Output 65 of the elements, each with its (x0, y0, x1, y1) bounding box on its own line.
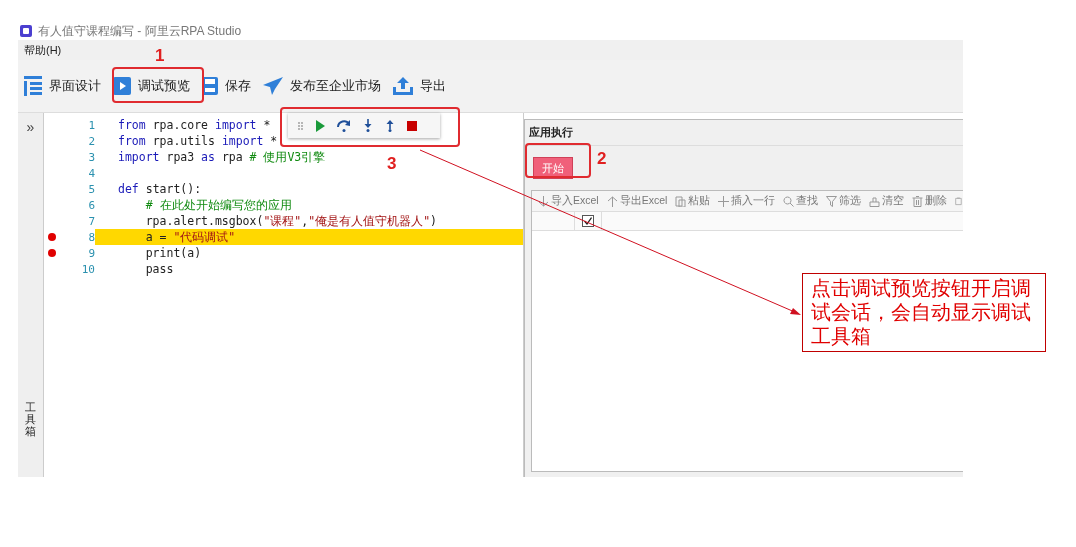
highlight-frame (525, 143, 591, 178)
drag-handle-icon (298, 121, 303, 130)
arrow-up-icon (606, 195, 618, 207)
breakpoint-dot[interactable] (48, 249, 56, 257)
grid-toolbar-button[interactable]: 插入一行 (718, 194, 776, 208)
line-number: 6 (87, 198, 95, 212)
callout-text: 点击调试预览按钮开启调试会话，会自动显示调试工具箱 (802, 273, 1046, 353)
grid-toolbar-button[interactable]: 筛选 (826, 194, 862, 208)
step-out-icon[interactable] (385, 119, 395, 132)
line-number: 3 (87, 150, 95, 164)
toolbar-button[interactable]: 界面设计 (24, 76, 101, 96)
upload-icon (393, 77, 413, 95)
funnel-icon (826, 195, 838, 207)
line-number: 10 (80, 262, 95, 276)
paper-plane-icon (263, 77, 283, 95)
eraser-icon (869, 195, 881, 207)
line-number: 7 (87, 214, 95, 228)
dialog-title: 应用执行 (525, 120, 963, 146)
plus-icon (718, 195, 730, 207)
clipboard-icon (955, 195, 963, 207)
toolbar-button[interactable]: 调试预览 (113, 77, 190, 95)
checkmark-icon (584, 217, 592, 225)
line-number: 2 (87, 134, 95, 148)
code-line: def start(): (118, 182, 202, 196)
code-line: rpa.alert.msgbox("课程","俺是有人值守机器人") (144, 213, 437, 229)
grid-toolbar-button[interactable]: 导出Excel (606, 194, 668, 208)
code-line: from rpa.core import * (118, 118, 271, 132)
grid-toolbar-button[interactable]: 删除 (912, 194, 948, 208)
code-line: pass (144, 262, 174, 276)
list-layout-icon (24, 76, 42, 96)
step-number: 3 (387, 154, 397, 174)
expand-button[interactable]: » (26, 119, 35, 135)
toolbox-label[interactable]: 工具箱 (25, 400, 36, 437)
step-over-icon[interactable] (337, 119, 351, 132)
stop-icon[interactable] (407, 120, 417, 131)
toolbar-button[interactable]: 保存 (202, 77, 251, 95)
line-number: 9 (87, 246, 95, 260)
grid-toolbar-button[interactable]: 查找 (783, 194, 819, 208)
step-number: 1 (155, 46, 165, 66)
window-title: 有人值守课程编写 - 阿里云RPA Studio (38, 22, 242, 40)
start-button[interactable]: 开始 (533, 157, 573, 179)
arrow-down-icon (538, 195, 549, 207)
step-into-icon[interactable] (363, 119, 373, 132)
toolbar-button[interactable]: 发布至企业市场 (263, 77, 381, 95)
search-icon (783, 195, 795, 207)
grid-toolbar-button[interactable]: 清空 (869, 194, 905, 208)
line-number: 4 (87, 166, 95, 180)
code-line: import rpa3 as rpa # 使用V3引擎 (118, 149, 326, 165)
code-line: print(a) (144, 246, 202, 260)
grid-toolbar-button[interactable]: 粘贴 (675, 194, 711, 208)
line-number: 8 (87, 230, 95, 244)
code-line: a = "代码调试" (144, 229, 236, 245)
clipboard-icon (675, 195, 687, 207)
line-number: 1 (87, 118, 95, 132)
line-number: 5 (87, 182, 95, 196)
menu-item[interactable]: 帮助(H) (24, 42, 62, 58)
trash-icon (912, 195, 924, 207)
step-number: 2 (597, 149, 607, 169)
grid-toolbar-button[interactable]: 导入Excel (538, 194, 599, 208)
app-logo-icon (20, 25, 32, 37)
code-line: # 在此处开始编写您的应用 (144, 197, 292, 213)
toolbar-button[interactable]: 导出 (393, 77, 446, 95)
breakpoint-dot[interactable] (48, 233, 56, 241)
continue-icon[interactable] (315, 119, 325, 132)
code-line: from rpa.utils import * (118, 134, 278, 148)
